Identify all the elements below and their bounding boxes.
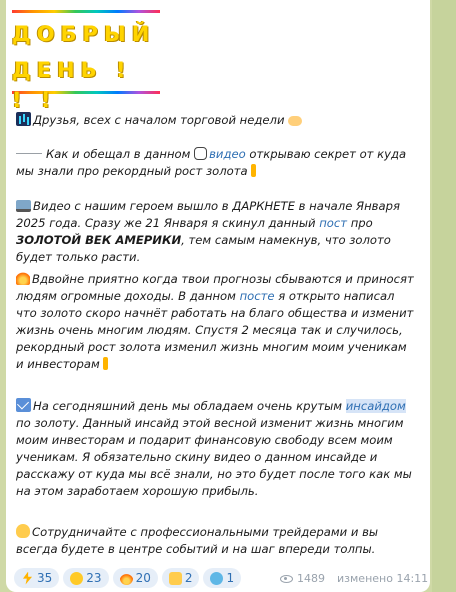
post-link[interactable]: пост — [319, 216, 347, 230]
reaction-count: 1 — [226, 571, 235, 585]
exclamation-icon — [102, 357, 108, 370]
view-count: 1489 — [297, 572, 325, 585]
insider-link[interactable]: инсайдом — [345, 399, 406, 413]
reaction-kiss[interactable]: 23 — [63, 568, 109, 588]
pointing-hand-icon — [194, 147, 208, 160]
paragraph-text: про — [350, 216, 373, 230]
rainbow-divider-top — [12, 10, 160, 13]
eye-icon — [280, 574, 293, 583]
thumbs-up-icon — [168, 571, 182, 585]
lightning-icon — [22, 571, 33, 585]
post-link-2[interactable]: посте — [240, 289, 275, 303]
laptop-icon — [16, 200, 31, 212]
reaction-count: 35 — [37, 571, 53, 585]
reaction-count: 20 — [135, 571, 151, 585]
video-link[interactable]: видео — [209, 147, 246, 161]
title-line-1: ДОБРЫЙ — [12, 22, 156, 46]
clapping-hands-icon — [16, 524, 30, 538]
paragraph-cooperate: Сотрудничайте с профессиональными трейде… — [16, 524, 416, 558]
paragraph-darknet: Видео с нашим героем вышло в ДАРКНЕТЕ в … — [16, 198, 416, 266]
reactions-bar: 35 23 20 2 1 — [14, 568, 242, 590]
chart-icon — [16, 112, 31, 126]
reaction-thumbs-up[interactable]: 2 — [161, 568, 200, 588]
reaction-whale[interactable]: 1 — [203, 568, 242, 588]
edited-timestamp: изменено 14:11 — [337, 572, 429, 585]
paragraph-greeting: Друзья, всех с началом торговой недели — [16, 112, 416, 129]
fire-icon — [119, 571, 133, 585]
message-meta: 1489 изменено 14:11 — [280, 572, 428, 585]
paragraph-promise: Как и обещал в данном видео открываю сек… — [16, 146, 416, 180]
paragraph-text: по золоту. Данный инсайд этой весной изм… — [16, 416, 412, 498]
separator-line — [16, 153, 42, 154]
fire-icon — [16, 270, 30, 285]
reaction-count: 23 — [86, 571, 102, 585]
reaction-count: 2 — [184, 571, 193, 585]
whale-icon — [210, 571, 224, 585]
paragraph-text: Сотрудничайте с профессиональными трейде… — [16, 525, 379, 556]
envelope-icon — [16, 398, 31, 412]
bold-title: ЗОЛОТОЙ ВЕК АМЕРИКИ — [16, 233, 182, 247]
reaction-fire[interactable]: 20 — [112, 568, 158, 588]
reaction-lightning[interactable]: 35 — [14, 568, 60, 588]
paragraph-text: Как и обещал в данном — [46, 147, 191, 161]
paragraph-forecast: Вдвойне приятно когда твои прогнозы сбыв… — [16, 270, 416, 373]
paragraph-text: Друзья, всех с началом торговой недели — [33, 113, 285, 127]
paragraph-text: На сегодняшний день мы обладаем очень кр… — [33, 399, 343, 413]
chat-background-strip — [432, 0, 456, 592]
paragraph-insider: На сегодняшний день мы обладаем очень кр… — [16, 398, 416, 500]
exclamation-icon — [250, 164, 256, 177]
post-title: ДОБРЫЙ ДЕНЬ ! ! ! — [12, 10, 160, 112]
kiss-face-icon — [70, 571, 84, 585]
hand-icon — [287, 116, 302, 126]
title-line-2: ДЕНЬ ! ! ! — [12, 58, 132, 112]
